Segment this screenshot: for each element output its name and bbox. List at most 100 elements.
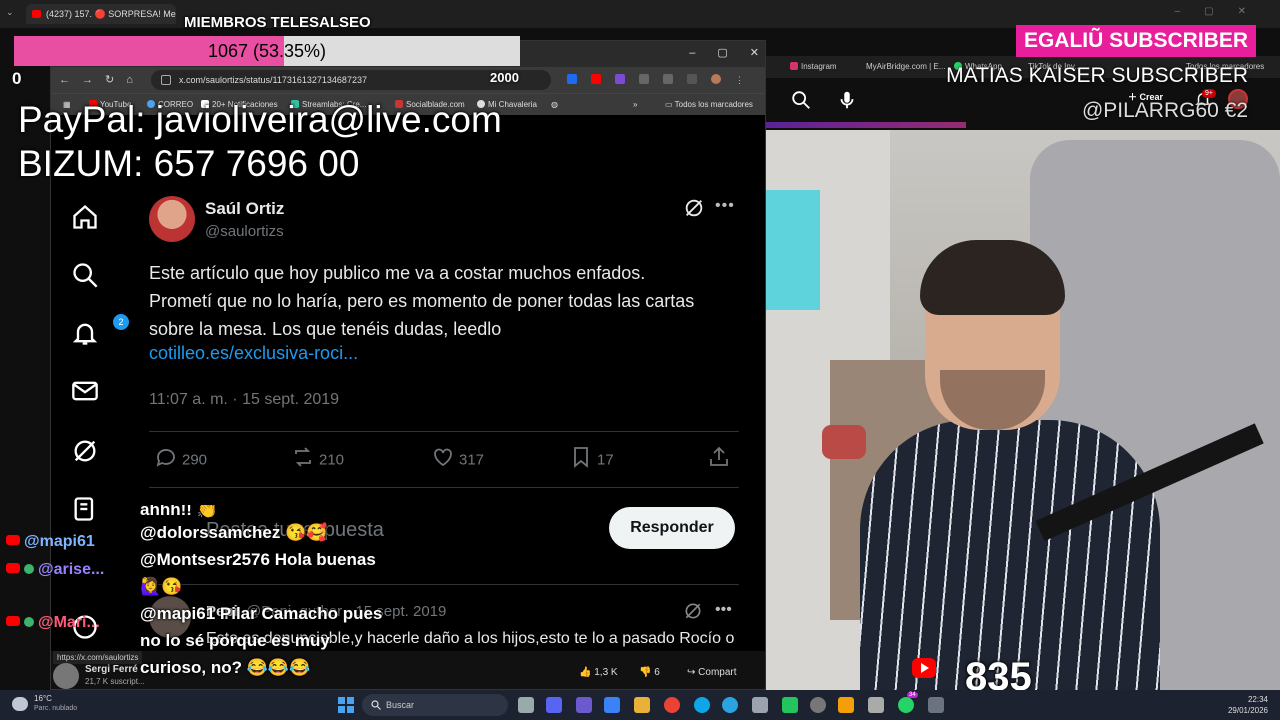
bookmark-myairbridge[interactable]: MyAirBridge.com | E... xyxy=(866,62,945,71)
camtasia-icon[interactable] xyxy=(782,697,798,713)
reply-count: 290 xyxy=(182,451,208,469)
globe-icon[interactable]: ◍ xyxy=(551,100,558,109)
extension-youtube-icon[interactable] xyxy=(591,74,601,84)
tweet-author-handle[interactable]: @saulortizs xyxy=(205,223,284,240)
share-action[interactable] xyxy=(707,445,735,473)
task-view-icon[interactable] xyxy=(518,697,534,713)
divider xyxy=(149,431,739,432)
youtube-icon xyxy=(6,563,20,573)
bizum-overlay-text: BIZUM: 657 7696 00 xyxy=(18,143,360,184)
weather-cloud-icon[interactable] xyxy=(12,697,28,711)
more-bookmarks-icon[interactable]: » xyxy=(633,100,637,109)
channel-subscribers: 21,7 K suscript... xyxy=(85,677,145,686)
viewer-count: 835 xyxy=(965,655,1032,690)
tweet-timestamp[interactable]: 11:07 a. m. · 15 sept. 2019 xyxy=(149,391,339,409)
extensions-puzzle-icon[interactable] xyxy=(663,74,673,84)
grok-icon[interactable] xyxy=(71,437,99,465)
extension-3-icon[interactable] xyxy=(615,74,625,84)
windows-taskbar: 16°C Parc. nublado Buscar 34 22:34 29/01… xyxy=(0,690,1280,720)
obs-icon[interactable] xyxy=(810,697,826,713)
weather-temp: 16°C xyxy=(34,694,52,703)
yt-browser-tab[interactable]: (4237) 157. 🔴 SORPRESA! Me... xyxy=(26,4,176,24)
tweet-link[interactable]: cotilleo.es/exclusiva-roci... xyxy=(149,343,358,364)
app-icon[interactable] xyxy=(752,697,768,713)
chat-side-user-3: @Mari... xyxy=(0,614,100,632)
tweet-author-avatar[interactable] xyxy=(149,196,195,242)
chat-side-user-1: @mapi61 xyxy=(0,533,95,551)
file-explorer-icon[interactable] xyxy=(634,697,650,713)
discord-icon[interactable] xyxy=(546,697,562,713)
video-dislike-button[interactable]: 👎 6 xyxy=(639,667,660,678)
microphone-icon[interactable] xyxy=(836,89,858,111)
streamer-sweater xyxy=(860,420,1160,690)
minimize-icon[interactable]: – xyxy=(689,47,695,59)
explore-search-icon[interactable] xyxy=(71,261,99,289)
search-icon xyxy=(371,700,381,710)
nav-buttons[interactable]: ←→↻⌂ xyxy=(59,73,145,86)
webcam-feed: 835 xyxy=(740,130,1280,690)
taskbar-search-label: Buscar xyxy=(386,700,415,710)
chat-line-cut: ahhh!! 👏 xyxy=(140,505,218,519)
app-icon[interactable] xyxy=(838,697,854,713)
members-goal-end: 2000 xyxy=(490,70,519,85)
chat-line: @dolorssamchez 😘🥰 xyxy=(140,523,328,542)
notifications-count-badge: 2 xyxy=(113,314,129,330)
repost-icon xyxy=(295,447,311,467)
repost-count: 210 xyxy=(319,451,345,469)
window-controls: – ▢ ✕ xyxy=(667,46,759,59)
members-goal-start: 0 xyxy=(12,69,22,88)
telegram-icon[interactable] xyxy=(722,697,738,713)
youtube-logo-icon xyxy=(912,658,936,678)
yt-banner-strip xyxy=(766,122,966,128)
tweet-text: Este artículo que hoy publico me va a co… xyxy=(149,263,695,339)
lists-icon[interactable] xyxy=(71,495,99,523)
chrome-icon[interactable] xyxy=(664,697,680,713)
video-like-button[interactable]: 👍 1,3 K xyxy=(579,667,618,678)
yt-window-controls[interactable]: –▢✕ xyxy=(1175,6,1270,17)
grok-explain-icon[interactable] xyxy=(683,197,705,219)
maximize-icon[interactable]: ▢ xyxy=(717,47,727,59)
extensions-area: ⋮ xyxy=(567,74,765,88)
notifications-icon[interactable] xyxy=(71,319,99,347)
teams-icon[interactable] xyxy=(576,697,592,713)
tweet-more-icon[interactable]: ••• xyxy=(715,197,735,215)
bookmark-instagram[interactable]: Instagram xyxy=(790,62,837,71)
edge-icon[interactable] xyxy=(694,697,710,713)
extension-4-icon[interactable] xyxy=(639,74,649,84)
like-action[interactable]: 317 xyxy=(431,445,484,473)
reply-icon xyxy=(156,449,175,467)
clock-date: 29/01/2026 xyxy=(1227,706,1268,715)
site-info-icon[interactable] xyxy=(161,75,171,85)
profile-icon[interactable] xyxy=(711,74,721,84)
home-icon[interactable] xyxy=(71,203,99,231)
repost-action[interactable]: 210 xyxy=(291,445,344,473)
bookmark-action[interactable]: 17 xyxy=(569,445,614,473)
reply-button[interactable]: Responder xyxy=(609,507,735,549)
menu-kebab-icon[interactable]: ⋮ xyxy=(735,75,744,85)
taskbar-clock[interactable]: 22:34 29/01/2026 xyxy=(1228,694,1268,716)
grok-explain-icon[interactable] xyxy=(683,601,703,621)
video-share-button[interactable]: ↪ Compart xyxy=(687,667,737,678)
reply-action[interactable]: 290 xyxy=(154,445,207,473)
member-badge-icon xyxy=(24,564,34,574)
channel-name[interactable]: Sergi Ferré xyxy=(85,664,138,675)
yt-tab-title: (4237) 157. 🔴 SORPRESA! Me... xyxy=(46,9,176,19)
whatsapp-icon[interactable] xyxy=(898,697,914,713)
close-icon[interactable]: ✕ xyxy=(750,47,759,59)
messages-icon[interactable] xyxy=(71,377,99,405)
reply-more-icon[interactable]: ••• xyxy=(715,601,732,619)
media-icon[interactable] xyxy=(687,74,697,84)
search-icon[interactable] xyxy=(790,89,812,111)
outlook-icon[interactable] xyxy=(604,697,620,713)
app-icon[interactable] xyxy=(928,697,944,713)
tweet-author-name[interactable]: Saúl Ortiz xyxy=(205,199,284,219)
youtube-icon xyxy=(6,616,20,626)
app-icon[interactable] xyxy=(868,697,884,713)
windows-start-icon[interactable] xyxy=(338,697,354,713)
tab-list-chevron-icon[interactable]: ⌄ xyxy=(6,7,14,18)
bookmark-all-folder[interactable]: ▭ Todos los marcadores xyxy=(665,100,753,109)
extension-1-icon[interactable] xyxy=(567,74,577,84)
taskbar-search[interactable]: Buscar xyxy=(362,694,508,716)
channel-avatar[interactable] xyxy=(53,663,79,689)
streamer-hair xyxy=(920,240,1065,315)
